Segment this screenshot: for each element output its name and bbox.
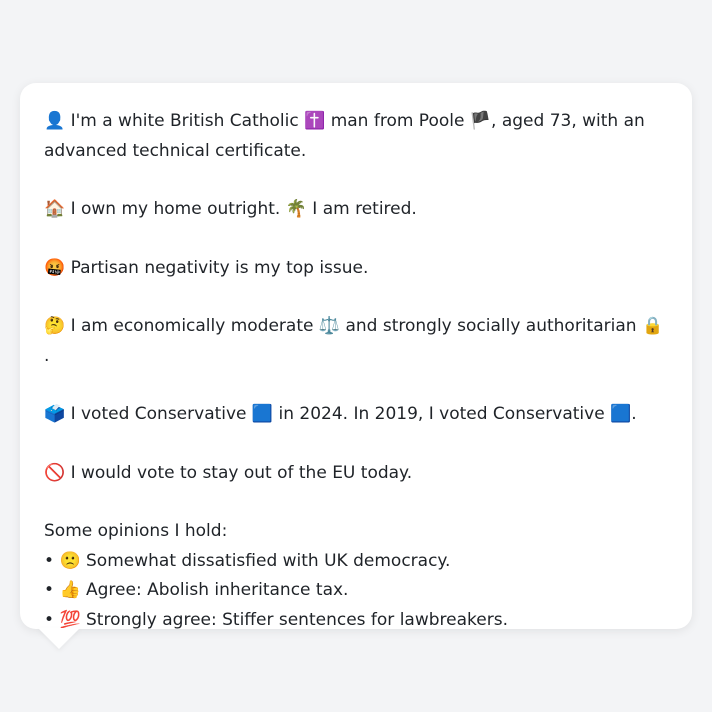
opinion-text: Agree: Abolish inheritance tax. bbox=[86, 580, 349, 600]
bullet: • bbox=[44, 550, 55, 571]
vote-line: 🗳️ I voted Conservative 🟦 in 2024. In 20… bbox=[44, 400, 668, 430]
ideology-line: 🤔 I am economically moderate ⚖️ and stro… bbox=[44, 312, 668, 371]
issue-line: 🤬 Partisan negativity is my top issue. bbox=[44, 254, 668, 284]
england-flag-icon: 🏴 bbox=[469, 111, 492, 131]
bullet: • bbox=[44, 609, 55, 630]
blue-square-icon: 🟦 bbox=[610, 404, 632, 424]
thumbs-up-icon: 👍 bbox=[59, 580, 81, 600]
ideology-text-b: and strongly socially authoritarian bbox=[345, 316, 637, 336]
home-text-a: I own my home outright. bbox=[70, 199, 281, 219]
cross-icon: ✝️ bbox=[304, 111, 326, 131]
blue-square-icon: 🟦 bbox=[251, 404, 274, 424]
bubble-tail bbox=[38, 628, 80, 649]
person-icon: 👤 bbox=[44, 111, 66, 131]
ballot-box-icon: 🗳️ bbox=[44, 404, 66, 424]
eu-text: I would vote to stay out of the EU today… bbox=[70, 462, 413, 483]
identity-text-a: I'm a white British Catholic bbox=[70, 111, 299, 131]
opinion-item: • 👍 Agree: Abolish inheritance tax. bbox=[44, 576, 668, 606]
palm-tree-icon: 🌴 bbox=[285, 199, 307, 219]
vote-text-b: in 2024. In 2019, I voted Conservative bbox=[278, 404, 605, 424]
frowning-face-icon: 🙁 bbox=[59, 550, 81, 571]
scales-icon: ⚖️ bbox=[318, 316, 341, 336]
bullet: • bbox=[44, 580, 55, 600]
eu-line: 🚫 I would vote to stay out of the EU tod… bbox=[44, 459, 668, 489]
identity-line: 👤 I'm a white British Catholic ✝️ man fr… bbox=[44, 107, 668, 166]
angry-face-icon: 🤬 bbox=[44, 257, 66, 278]
ideology-text-c: . bbox=[44, 345, 50, 366]
profile-message-bubble: 👤 I'm a white British Catholic ✝️ man fr… bbox=[20, 83, 692, 630]
vote-text-c: . bbox=[631, 404, 637, 424]
vote-text-a: I voted Conservative bbox=[70, 404, 247, 424]
opinion-text: Somewhat dissatisfied with UK democracy. bbox=[86, 550, 451, 571]
lock-icon: 🔒 bbox=[641, 316, 664, 336]
house-icon: 🏠 bbox=[44, 199, 66, 219]
thinking-face-icon: 🤔 bbox=[44, 316, 66, 336]
opinions-heading: Some opinions I hold: bbox=[44, 521, 228, 541]
home-text-b: I am retired. bbox=[312, 199, 417, 219]
hundred-points-icon: 💯 bbox=[59, 609, 81, 630]
ideology-text-a: I am economically moderate bbox=[70, 316, 314, 336]
home-line: 🏠 I own my home outright. 🌴 I am retired… bbox=[44, 195, 668, 225]
prohibited-icon: 🚫 bbox=[44, 462, 66, 483]
identity-text-b: man from Poole bbox=[330, 111, 465, 131]
opinion-text: Strongly agree: Stiffer sentences for la… bbox=[86, 609, 508, 630]
opinion-item: • 💯 Strongly agree: Stiffer sentences fo… bbox=[44, 606, 668, 636]
issue-text: Partisan negativity is my top issue. bbox=[70, 257, 369, 278]
opinion-item: • 🙁 Somewhat dissatisfied with UK democr… bbox=[44, 547, 668, 577]
